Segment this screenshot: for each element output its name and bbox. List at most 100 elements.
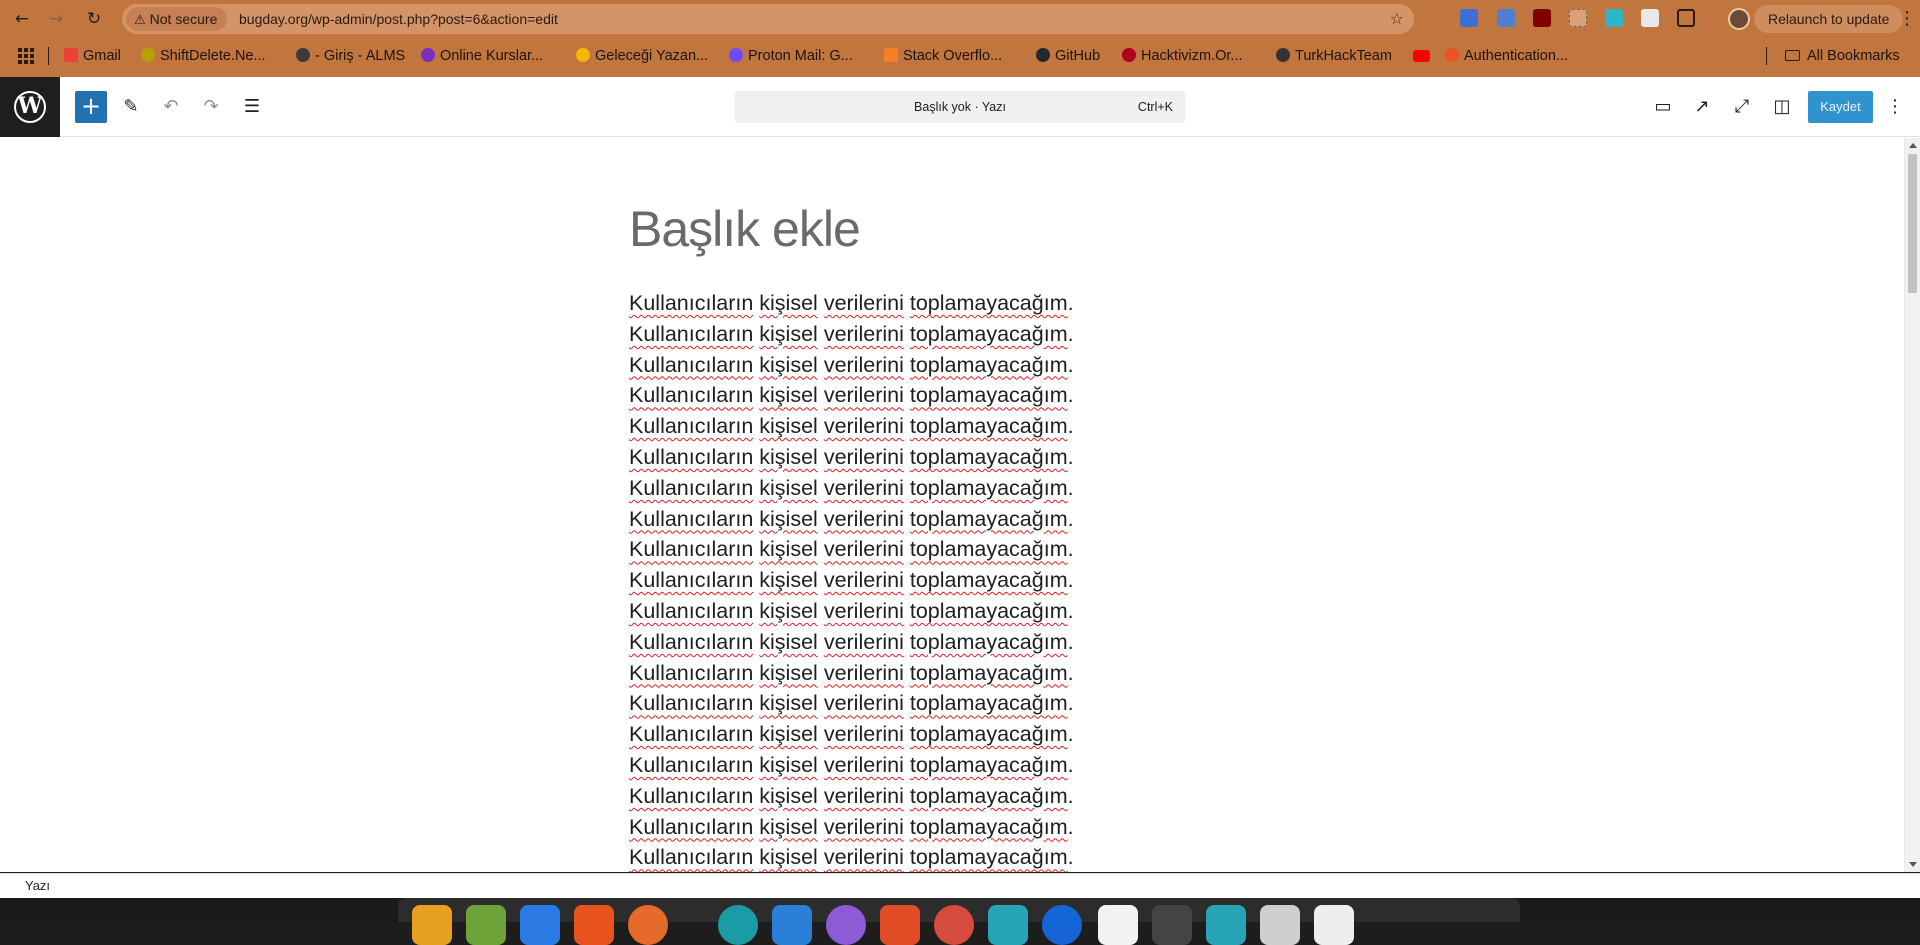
misspelled-word[interactable]: verilerini — [824, 753, 904, 777]
document-overview-icon[interactable]: ☰ — [236, 91, 268, 123]
vscode-app-icon[interactable] — [772, 905, 812, 945]
misspelled-word[interactable]: kişisel — [759, 691, 818, 715]
misspelled-word[interactable]: toplamayacağım — [910, 445, 1068, 469]
paragraph-line[interactable]: Kullanıcıların kişisel verilerini toplam… — [629, 688, 1074, 719]
misspelled-word[interactable]: verilerini — [824, 476, 904, 500]
options-menu-icon[interactable]: ⋮ — [1883, 91, 1907, 123]
paragraph-line[interactable]: Kullanıcıların kişisel verilerini toplam… — [629, 319, 1074, 350]
misspelled-word[interactable]: Kullanıcıların — [629, 291, 753, 315]
paragraph-line[interactable]: Kullanıcıların kişisel verilerini toplam… — [629, 812, 1074, 843]
post-title-field[interactable]: Başlık ekle — [629, 200, 861, 258]
misspelled-word[interactable]: verilerini — [824, 291, 904, 315]
all-bookmarks[interactable]: All Bookmarks — [1785, 38, 1900, 74]
paragraph-line[interactable]: Kullanıcıların kişisel verilerini toplam… — [629, 442, 1074, 473]
extension-icon-2[interactable] — [1605, 9, 1623, 27]
chrome-app-icon[interactable] — [934, 905, 974, 945]
misspelled-word[interactable]: Kullanıcıların — [629, 414, 753, 438]
reload-icon[interactable]: ↻ — [82, 7, 106, 31]
paragraph-line[interactable]: Kullanıcıların kişisel verilerini toplam… — [629, 473, 1074, 504]
misspelled-word[interactable]: verilerini — [824, 568, 904, 592]
ublock-extension-icon[interactable] — [1533, 9, 1551, 27]
misspelled-word[interactable]: kişisel — [759, 322, 818, 346]
not-secure-badge[interactable]: ⚠ Not secure — [126, 7, 228, 31]
misspelled-word[interactable]: toplamayacağım — [910, 815, 1068, 839]
bookmark-authentication[interactable]: Authentication... — [1445, 38, 1568, 74]
bookmark-turkhackteam[interactable]: TurkHackTeam — [1276, 38, 1392, 74]
misspelled-word[interactable]: verilerini — [824, 445, 904, 469]
vertical-scrollbar[interactable] — [1904, 138, 1920, 872]
misspelled-word[interactable]: kişisel — [759, 753, 818, 777]
bookmark-github[interactable]: GitHub — [1036, 38, 1100, 74]
misspelled-word[interactable]: kişisel — [759, 815, 818, 839]
misspelled-word[interactable]: Kullanıcıların — [629, 845, 753, 869]
paragraph-line[interactable]: Kullanıcıların kişisel verilerini toplam… — [629, 596, 1074, 627]
jetbrains-app-icon[interactable] — [988, 905, 1028, 945]
misspelled-word[interactable]: toplamayacağım — [910, 845, 1068, 869]
misspelled-word[interactable]: verilerini — [824, 784, 904, 808]
misspelled-word[interactable]: Kullanıcıların — [629, 784, 753, 808]
bookmark-proton-mail[interactable]: Proton Mail: G... — [729, 38, 853, 74]
software-app-icon[interactable] — [574, 905, 614, 945]
misspelled-word[interactable]: verilerini — [824, 599, 904, 623]
address-bar[interactable]: ⚠ Not secure bugday.org/wp-admin/post.php… — [122, 4, 1414, 34]
misspelled-word[interactable]: kişisel — [759, 661, 818, 685]
paragraph-line[interactable]: Kullanıcıların kişisel verilerini toplam… — [629, 534, 1074, 565]
misspelled-word[interactable]: kişisel — [759, 507, 818, 531]
paragraph-line[interactable]: Kullanıcıların kişisel verilerini toplam… — [629, 781, 1074, 812]
folder-app-icon[interactable] — [466, 905, 506, 945]
paragraph-line[interactable]: Kullanıcıların kişisel verilerini toplam… — [629, 504, 1074, 535]
misspelled-word[interactable]: kişisel — [759, 414, 818, 438]
paragraph-line[interactable]: Kullanıcıların kişisel verilerini toplam… — [629, 350, 1074, 381]
extensions-puzzle-icon[interactable] — [1677, 9, 1695, 27]
bookmark-gmail[interactable]: Gmail — [64, 38, 121, 74]
translate-extension-icon[interactable] — [1460, 9, 1478, 27]
paragraph-line[interactable]: Kullanıcıların kişisel verilerini toplam… — [629, 719, 1074, 750]
save-button[interactable]: Kaydet — [1808, 91, 1873, 123]
misspelled-word[interactable]: toplamayacağım — [910, 630, 1068, 654]
paragraph-line[interactable]: Kullanıcıların kişisel verilerini toplam… — [629, 658, 1074, 689]
paragraph-line[interactable]: Kullanıcıların kişisel verilerini toplam… — [629, 565, 1074, 596]
brave-app-icon[interactable] — [880, 905, 920, 945]
misspelled-word[interactable]: kişisel — [759, 383, 818, 407]
misspelled-word[interactable]: kişisel — [759, 630, 818, 654]
misspelled-word[interactable]: verilerini — [824, 507, 904, 531]
misspelled-word[interactable]: toplamayacağım — [910, 291, 1068, 315]
paragraph-block[interactable]: Kullanıcıların kişisel verilerini toplam… — [629, 288, 1074, 872]
scroll-thumb[interactable] — [1908, 154, 1917, 293]
misspelled-word[interactable]: Kullanıcıların — [629, 507, 753, 531]
wordpress-logo-icon[interactable]: W — [0, 77, 60, 137]
misspelled-word[interactable]: verilerini — [824, 414, 904, 438]
paragraph-line[interactable]: Kullanıcıların kişisel verilerini toplam… — [629, 842, 1074, 872]
forward-icon[interactable]: → — [44, 7, 68, 31]
misspelled-word[interactable]: toplamayacağım — [910, 568, 1068, 592]
misspelled-word[interactable]: kişisel — [759, 568, 818, 592]
bookmark-alms[interactable]: - Giriş - ALMS — [296, 38, 405, 74]
apps-grid-icon[interactable] — [18, 48, 34, 64]
text-editor-app-icon[interactable] — [1098, 905, 1138, 945]
app-icon-teal[interactable] — [718, 905, 758, 945]
settings-sidebar-icon[interactable]: ◫ — [1766, 91, 1798, 123]
bookmark-stack-overflow[interactable]: Stack Overflo... — [884, 38, 1002, 74]
misspelled-word[interactable]: kişisel — [759, 353, 818, 377]
misspelled-word[interactable]: toplamayacağım — [910, 507, 1068, 531]
printer-app-icon[interactable] — [1260, 905, 1300, 945]
terminal-app-icon[interactable] — [1152, 905, 1192, 945]
paragraph-line[interactable]: Kullanıcıların kişisel verilerini toplam… — [629, 411, 1074, 442]
pencil-icon[interactable]: ✎ — [115, 91, 147, 123]
misspelled-word[interactable]: verilerini — [824, 383, 904, 407]
misspelled-word[interactable]: toplamayacağım — [910, 599, 1068, 623]
misspelled-word[interactable]: toplamayacağım — [910, 414, 1068, 438]
relaunch-button[interactable]: Relaunch to update — [1754, 5, 1904, 33]
misspelled-word[interactable]: kişisel — [759, 599, 818, 623]
misspelled-word[interactable]: verilerini — [824, 630, 904, 654]
misspelled-word[interactable]: Kullanıcıların — [629, 445, 753, 469]
paragraph-line[interactable]: Kullanıcıların kişisel verilerini toplam… — [629, 288, 1074, 319]
browser-menu-icon[interactable]: ⋮ — [1898, 7, 1916, 31]
block-breadcrumb[interactable]: Yazı — [25, 874, 50, 898]
misspelled-word[interactable]: verilerini — [824, 845, 904, 869]
misspelled-word[interactable]: toplamayacağım — [910, 322, 1068, 346]
back-icon[interactable]: ← — [10, 7, 34, 31]
jetbrains-app-icon-2[interactable] — [1206, 905, 1246, 945]
app-icon-blue[interactable] — [1042, 905, 1082, 945]
misspelled-word[interactable]: toplamayacağım — [910, 476, 1068, 500]
